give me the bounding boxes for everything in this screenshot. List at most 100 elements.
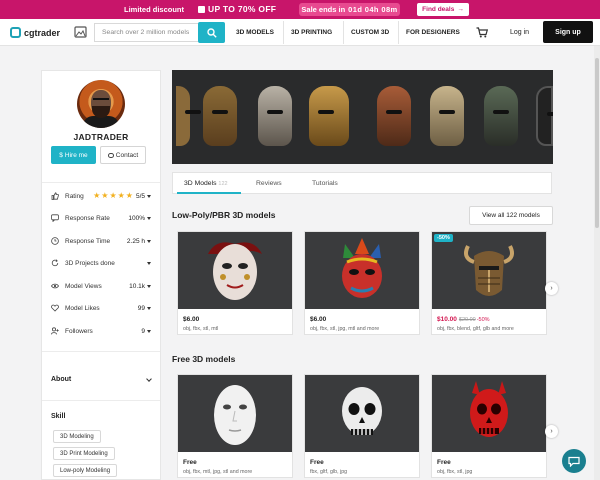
horned-helmet-image [464, 245, 514, 296]
carnival-mask-image [342, 238, 382, 298]
carousel-next-button[interactable]: › [545, 282, 558, 295]
chat-icon [568, 456, 580, 467]
helmet-image [430, 86, 464, 146]
stat-rating: Rating ★ ★ ★ ★ ★ 5/5 [51, 191, 151, 201]
login-link[interactable]: Log in [510, 29, 529, 36]
contact-button[interactable]: Contact [100, 146, 146, 164]
stat-label: Followers [65, 327, 93, 335]
stat-value[interactable]: 10.1k [129, 283, 151, 290]
skill-chip[interactable]: 3D Print Modeling [53, 447, 115, 460]
about-label: About [51, 376, 72, 383]
stat-model-views: Model Views 10.1k [51, 281, 151, 291]
image-search-icon[interactable] [74, 26, 87, 38]
scrollbar-thumb[interactable] [595, 58, 599, 228]
model-card[interactable]: Free obj, fbx, mtl, jpg, stl and more [177, 374, 293, 478]
model-card[interactable]: -50% $10.00 $20.00-50% obj, fbx, blend, g… [431, 231, 547, 335]
helmet-image [309, 86, 349, 146]
stat-value[interactable]: 9 [141, 328, 151, 335]
nav-divider [283, 21, 284, 44]
discount-badge: -50% [434, 234, 453, 242]
model-card[interactable]: Free fbx, gltf, glb, jpg [304, 374, 420, 478]
stat-followers: Followers 9 [51, 326, 151, 336]
chevron-down-icon [147, 194, 151, 198]
stat-label: Rating [65, 192, 84, 200]
nav-custom-3d[interactable]: CUSTOM 3D [351, 29, 389, 36]
profile-cover-banner [172, 70, 553, 164]
tab-tutorials[interactable]: Tutorials [312, 180, 338, 187]
stat-value[interactable]: 99 [138, 305, 151, 312]
find-deals-label: Find deals [422, 6, 455, 13]
tab-reviews[interactable]: Reviews [256, 180, 282, 187]
cart-icon[interactable] [476, 27, 488, 38]
search-input[interactable]: Search over 2 million models [94, 23, 198, 42]
venetian-mask-image [208, 242, 262, 300]
logo[interactable]: cgtrader [10, 27, 60, 38]
carousel-next-button[interactable]: › [545, 425, 558, 438]
stat-value[interactable]: 2.25 h [127, 238, 151, 245]
nav-3d-models[interactable]: 3D MODELS [236, 29, 274, 36]
stat-projects-done: 3D Projects done [51, 258, 151, 268]
nav-3d-printing[interactable]: 3D PRINTING [291, 29, 332, 36]
stat-label: Response Rate [65, 214, 110, 222]
chevron-down-icon [147, 306, 151, 310]
find-deals-button[interactable]: Find deals → [417, 3, 469, 16]
stat-response-time: Response Time 2.25 h [51, 236, 151, 246]
chat-support-button[interactable] [562, 449, 586, 473]
contact-label: Contact [115, 151, 139, 159]
site-header: cgtrader Search over 2 million models 3D… [0, 19, 600, 46]
tab-3d-models[interactable]: 3D Models 122 [184, 180, 228, 187]
logo-icon [10, 27, 21, 38]
stat-value[interactable]: 5/5 [136, 193, 151, 200]
profile-sidebar: JADTRADER $ Hire me Contact Rating ★ ★ ★ ★ ★… [41, 70, 161, 480]
discount-percent: -50% [476, 317, 490, 323]
rating-stars: ★ ★ ★ ★ ★ [93, 192, 133, 200]
skill-chip[interactable]: 3D Modeling [53, 430, 101, 443]
divider [42, 400, 160, 401]
profile-username: JADTRADER [73, 132, 129, 142]
tab-count: 122 [218, 181, 228, 187]
view-all-models-button[interactable]: View all 122 models [469, 206, 553, 225]
model-formats: obj, fbx, stl, jpg, mtl and more [310, 326, 380, 332]
logo-text: cgtrader [24, 27, 61, 38]
eye-icon [51, 282, 59, 290]
about-toggle[interactable]: About [51, 376, 152, 383]
model-card[interactable]: $6.00 obj, fbx, stl, jpg, mtl and more [304, 231, 420, 335]
page-scrollbar[interactable] [594, 46, 600, 480]
skill-title: Skill [51, 413, 66, 420]
divider [42, 351, 160, 352]
star-icon: ★ [101, 191, 109, 200]
limited-discount-label: Limited discount [124, 5, 184, 14]
skull-mask-image [342, 387, 382, 435]
model-price: $6.00 [310, 316, 327, 323]
stat-value[interactable]: 100% [128, 215, 151, 222]
search-icon [206, 27, 217, 38]
model-thumbnail [305, 375, 419, 452]
sale-timer-badge: Sale ends in 01d 04h 08m [299, 3, 400, 16]
model-card[interactable]: Free obj, fbx, stl, jpg [431, 374, 547, 478]
lowpoly-section-title: Low-Poly/PBR 3D models [172, 210, 276, 220]
old-price: $20.00 [458, 317, 476, 323]
star-icon: ★ [93, 191, 101, 200]
model-price: Free [183, 459, 197, 466]
model-formats: obj, fbx, stl, mtl [183, 326, 219, 332]
skill-chip[interactable]: Low-poly Modeling [53, 464, 118, 477]
free-section-title: Free 3D models [172, 354, 236, 364]
stat-label: Model Views [65, 282, 102, 290]
model-formats: obj, fbx, stl, jpg [437, 469, 473, 475]
gift-icon [198, 6, 205, 13]
red-devil-skull-image [470, 381, 508, 437]
model-thumbnail [178, 375, 292, 452]
helmet-image [176, 86, 201, 146]
promo-offer-text: UP TO 70% OFF [198, 4, 276, 14]
hire-me-button[interactable]: $ Hire me [51, 146, 96, 164]
profile-tabs: 3D Models 122 Reviews Tutorials [172, 172, 552, 194]
search-button[interactable] [198, 22, 225, 43]
signup-button[interactable]: Sign up [543, 21, 593, 43]
chevron-down-icon [146, 376, 152, 382]
nav-for-designers[interactable]: FOR DESIGNERS [406, 29, 460, 36]
chevron-down-icon [147, 239, 151, 243]
dollar-icon: $ [59, 151, 63, 159]
model-card[interactable]: $6.00 obj, fbx, stl, mtl [177, 231, 293, 335]
model-likes-value: 99 [137, 304, 145, 312]
stat-value[interactable] [145, 261, 151, 265]
